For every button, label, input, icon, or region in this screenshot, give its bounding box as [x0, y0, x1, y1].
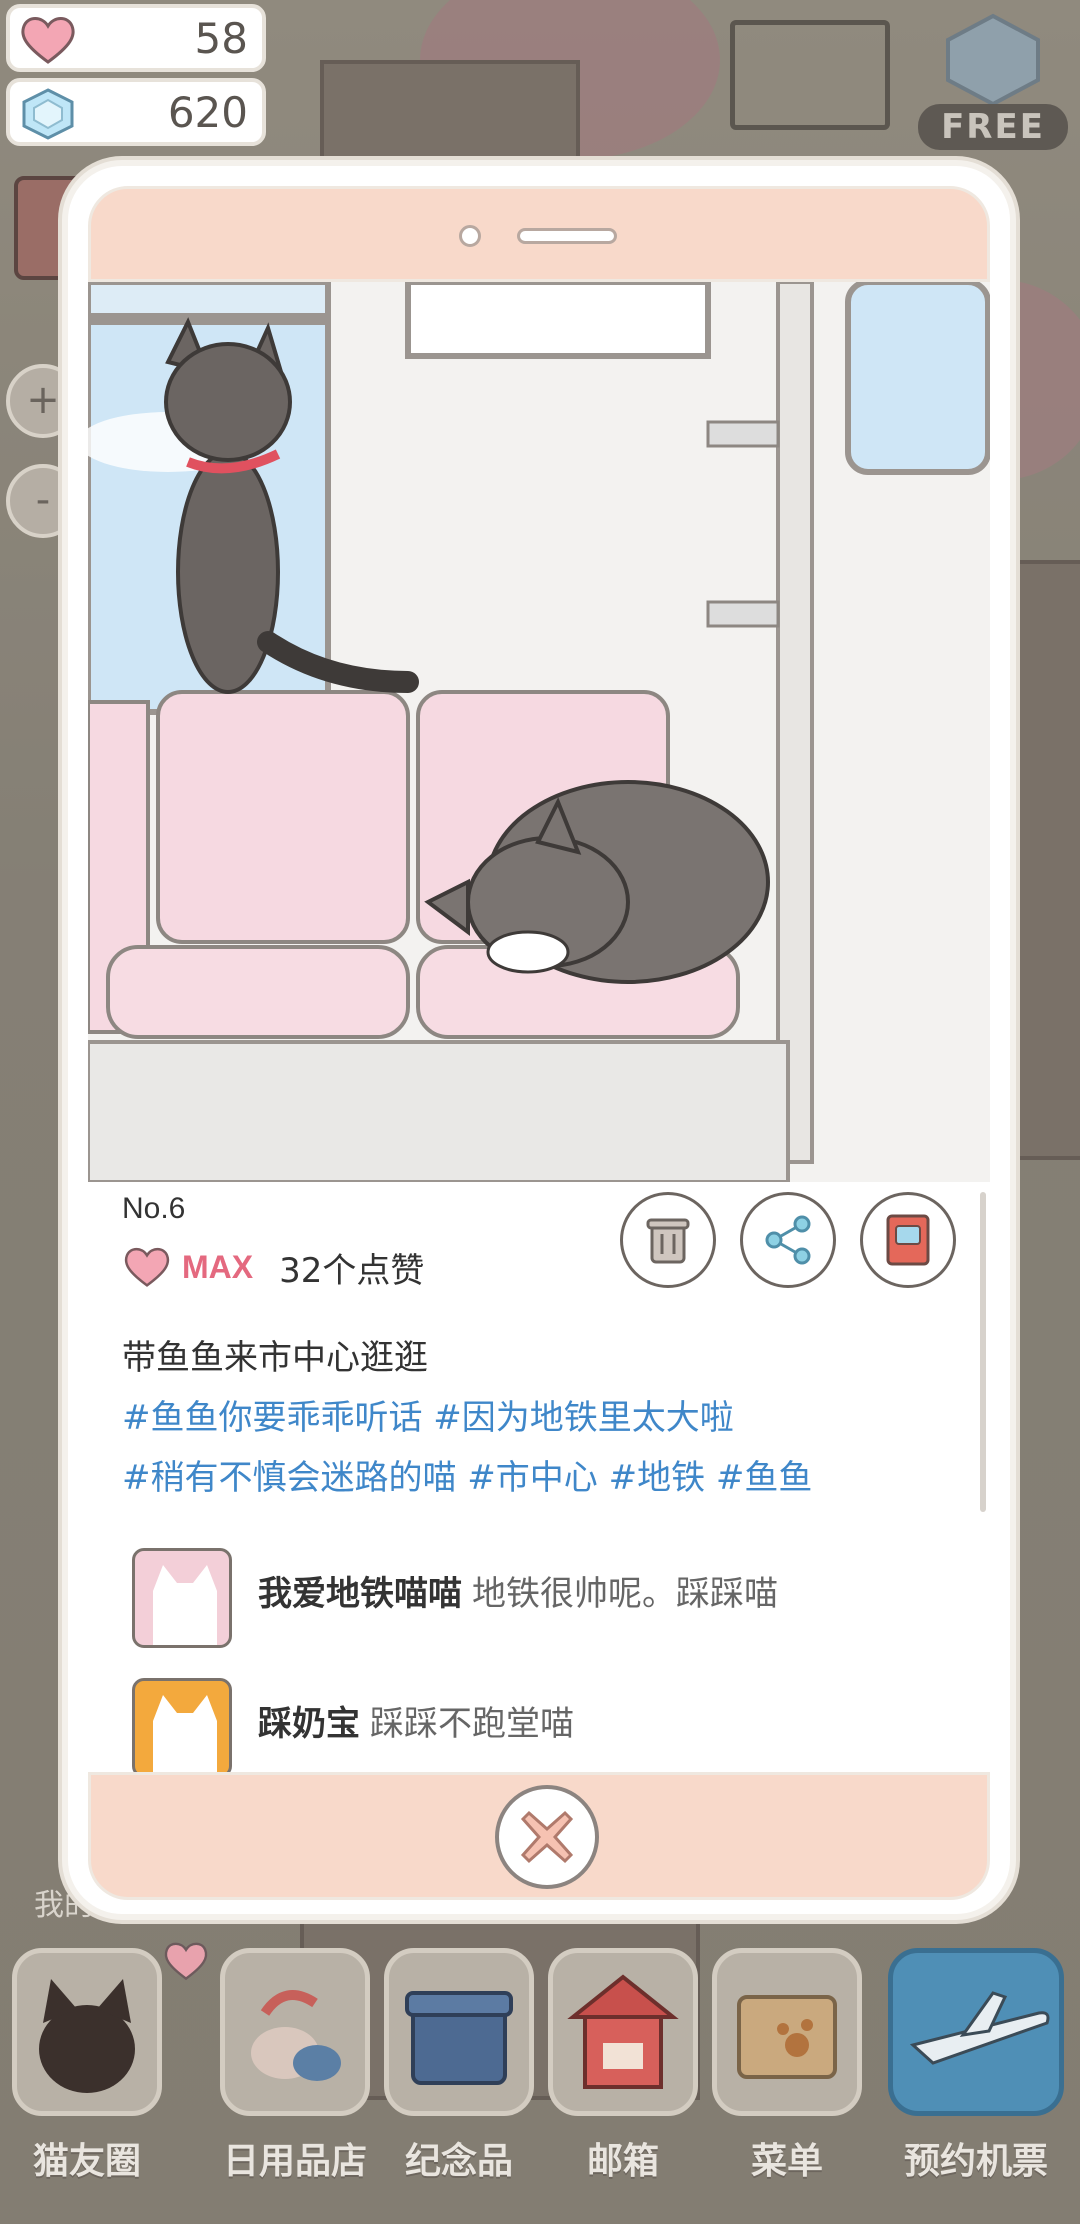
dock-label: 预约机票	[903, 2141, 1048, 2182]
free-label: FREE	[918, 104, 1068, 150]
comment-text: 地铁很帅呢。踩踩喵	[472, 1574, 778, 1614]
likes-row: MAX 32个点赞	[122, 1242, 424, 1292]
like-level: MAX	[182, 1248, 254, 1285]
dock-label: 日用品店	[222, 2141, 367, 2182]
airplane-icon	[888, 1948, 1064, 2116]
delete-button[interactable]	[620, 1192, 716, 1288]
close-button[interactable]	[495, 1785, 599, 1889]
share-icon	[765, 1215, 811, 1265]
post-photo	[88, 282, 990, 1182]
gems-value: 620	[167, 87, 248, 137]
commenter-name[interactable]: 我爱地铁喵喵	[258, 1574, 462, 1614]
menu-folder-icon	[712, 1948, 862, 2116]
gem-icon	[946, 13, 1040, 107]
dock-item-menu[interactable]: 菜单	[712, 1940, 862, 2220]
close-icon	[520, 1810, 574, 1864]
speaker-icon	[517, 228, 617, 244]
heart-icon	[124, 1247, 170, 1287]
camera-icon	[459, 225, 481, 247]
post-info-panel: No.6 MAX 32个点赞 带鱼鱼来市中心逛逛 #鱼鱼你要乖乖听话 #因为地铁…	[88, 1182, 990, 1778]
post-caption: 带鱼鱼来市中心逛逛	[122, 1338, 428, 1378]
comment-text-row: 我爱地铁喵喵 地铁很帅呢。踩踩喵	[258, 1566, 778, 1615]
heart-icon	[164, 1942, 208, 1981]
cat-friends-icon	[12, 1948, 162, 2116]
phone-bottom-bar	[88, 1772, 990, 1900]
album-button[interactable]	[860, 1192, 956, 1288]
hearts-counter: 58	[6, 4, 266, 72]
cat-silhouette-icon	[153, 1695, 217, 1775]
like-count: 32个点赞	[279, 1250, 425, 1291]
gem-icon	[22, 88, 74, 140]
dock-label: 菜单	[750, 2141, 823, 2182]
trash-icon	[646, 1218, 690, 1264]
free-gems-button[interactable]: FREE	[918, 10, 1068, 150]
comment-item: 我爱地铁喵喵 地铁很帅呢。踩踩喵	[132, 1548, 932, 1658]
post-phone-card: No.6 MAX 32个点赞 带鱼鱼来市中心逛逛 #鱼鱼你要乖乖听话 #因为地铁…	[62, 160, 1016, 1920]
post-scrollbar[interactable]	[980, 1192, 986, 1512]
bottom-dock: 猫友圈 日用品店 纪念品 邮箱 菜单 预约机票	[0, 1940, 1080, 2224]
dock-item-souvenir[interactable]: 纪念品	[384, 1940, 534, 2220]
subway-cats-illustration	[88, 282, 990, 1182]
dock-label: 邮箱	[586, 2141, 659, 2182]
cat-silhouette-icon	[153, 1565, 217, 1645]
dock-label: 纪念品	[404, 2141, 513, 2182]
dock-label: 猫友圈	[32, 2141, 141, 2182]
commenter-avatar[interactable]	[132, 1678, 232, 1778]
shop-icon	[220, 1948, 370, 2116]
gems-counter: 620	[6, 78, 266, 146]
dock-item-flight[interactable]: 预约机票	[888, 1940, 1064, 2220]
post-number: No.6	[122, 1192, 186, 1225]
dock-item-shop[interactable]: 日用品店	[220, 1940, 370, 2220]
commenter-name[interactable]: 踩奶宝	[258, 1704, 360, 1744]
hearts-value: 58	[194, 13, 248, 63]
post-hashtags: #鱼鱼你要乖乖听话 #因为地铁里太大啦 #稍有不慎会迷路的喵 #市中心 #地铁 …	[122, 1388, 942, 1508]
hashtags-line[interactable]: #鱼鱼你要乖乖听话 #因为地铁里太大啦	[122, 1388, 942, 1448]
comment-text-row: 踩奶宝 踩踩不跑堂喵	[258, 1696, 574, 1745]
phone-top-bar	[88, 186, 990, 282]
share-button[interactable]	[740, 1192, 836, 1288]
comment-text: 踩踩不跑堂喵	[370, 1704, 574, 1744]
mailbox-icon	[548, 1948, 698, 2116]
souvenir-box-icon	[384, 1948, 534, 2116]
dock-item-mailbox[interactable]: 邮箱	[548, 1940, 698, 2220]
album-book-icon	[886, 1214, 930, 1266]
hashtags-line[interactable]: #稍有不慎会迷路的喵 #市中心 #地铁 #鱼鱼	[122, 1448, 942, 1508]
commenter-avatar[interactable]	[132, 1548, 232, 1648]
dock-item-cat-friends[interactable]: 猫友圈	[12, 1940, 208, 2220]
heart-icon	[21, 17, 75, 64]
